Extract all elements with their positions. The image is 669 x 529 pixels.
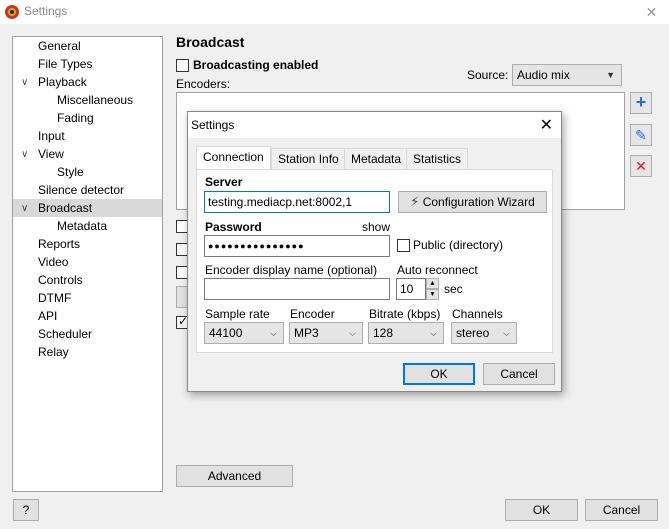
channels-value: stereo	[456, 326, 490, 340]
source-value: Audio mix	[517, 68, 570, 82]
tree-item-broadcast-selected[interactable]: ∨ Broadcast	[13, 199, 162, 217]
tree-item-miscellaneous[interactable]: Miscellaneous	[57, 91, 133, 109]
chevron-down-icon[interactable]: ∨	[21, 150, 31, 160]
auto-reconnect-input[interactable]: 10	[396, 278, 426, 300]
auto-reconnect-label: Auto reconnect	[397, 263, 478, 277]
tree-item-controls[interactable]: Controls	[38, 271, 83, 289]
broadcasting-enabled-checkbox[interactable]	[176, 59, 189, 72]
public-directory-label: Public (directory)	[413, 238, 504, 252]
tree-item-reports[interactable]: Reports	[38, 235, 80, 253]
tree-item-playback[interactable]: Playback	[38, 73, 87, 91]
app-logo-icon	[5, 5, 19, 19]
tree-item-view[interactable]: View	[38, 145, 64, 163]
page-title: Broadcast	[176, 34, 245, 50]
server-label: Server	[205, 175, 243, 189]
encoder-value: MP3	[294, 326, 319, 340]
password-input[interactable]: ●●●●●●●●●●●●●●●	[204, 235, 390, 257]
chevron-down-icon[interactable]: ∨	[21, 204, 31, 214]
tree-item-style[interactable]: Style	[57, 163, 84, 181]
server-input[interactable]: testing.mediacp.net:8002,1	[204, 191, 390, 213]
sample-rate-value: 44100	[209, 326, 243, 340]
configuration-wizard-button[interactable]: ⚡ Configuration Wizard	[398, 191, 547, 213]
bitrate-label: Bitrate (kbps)	[369, 307, 441, 321]
chevron-down-icon: ⌵	[349, 328, 356, 338]
channels-select[interactable]: stereo ⌵	[451, 322, 517, 344]
auto-reconnect-unit: sec	[444, 282, 463, 296]
window-title: Settings	[24, 4, 68, 18]
chevron-down-icon: ▼	[606, 70, 615, 80]
dialog-titlebar	[188, 112, 561, 138]
encoders-label: Encoders:	[176, 77, 231, 91]
ok-button[interactable]: OK	[505, 499, 578, 521]
chevron-down-icon: ⌵	[430, 328, 437, 338]
tab-metadata[interactable]: Metadata	[344, 148, 409, 170]
sample-rate-select[interactable]: 44100 ⌵	[204, 322, 284, 344]
channels-label: Channels	[452, 307, 503, 321]
chevron-down-icon: ⌵	[503, 328, 510, 338]
help-button[interactable]: ?	[13, 499, 39, 521]
dialog-cancel-button[interactable]: Cancel	[483, 363, 555, 385]
spin-up-icon[interactable]: ▲	[426, 278, 439, 289]
spin-down-icon[interactable]: ▼	[426, 289, 439, 300]
window-titlebar	[0, 0, 669, 24]
tree-item-general[interactable]: General	[38, 37, 81, 55]
encoder-settings-dialog: Settings ✕ Connection Station Info Metad…	[187, 111, 562, 392]
dialog-ok-button[interactable]: OK	[403, 363, 475, 385]
display-name-input[interactable]	[204, 278, 390, 300]
source-select[interactable]: Audio mix ▼	[512, 64, 622, 86]
advanced-button[interactable]: Advanced	[176, 465, 293, 487]
window-close-icon[interactable]: ✕	[634, 0, 669, 24]
tree-item-video[interactable]: Video	[38, 253, 68, 271]
chevron-down-icon[interactable]: ∨	[21, 78, 31, 88]
chevron-down-icon: ⌵	[270, 328, 277, 338]
bitrate-value: 128	[373, 326, 394, 340]
tree-item-metadata[interactable]: Metadata	[57, 217, 107, 235]
display-name-label: Encoder display name (optional)	[205, 263, 378, 277]
lightning-icon: ⚡	[410, 194, 420, 209]
tree-item-fading[interactable]: Fading	[57, 109, 94, 127]
cancel-button[interactable]: Cancel	[585, 499, 658, 521]
password-label: Password	[205, 220, 262, 234]
bitrate-select[interactable]: 128 ⌵	[368, 322, 444, 344]
tree-item-api[interactable]: API	[38, 307, 57, 325]
sample-rate-label: Sample rate	[205, 307, 270, 321]
public-directory-checkbox[interactable]	[397, 239, 410, 252]
tab-statistics[interactable]: Statistics	[406, 148, 469, 170]
tree-item-silence-detector[interactable]: Silence detector	[38, 181, 124, 199]
settings-tree[interactable]: General File Types ∨ Playback Miscellane…	[12, 36, 163, 492]
tree-item-broadcast: Broadcast	[38, 201, 93, 215]
tree-item-scheduler[interactable]: Scheduler	[38, 325, 92, 343]
dialog-close-icon[interactable]: ✕	[540, 115, 553, 135]
delete-encoder-icon[interactable]: ✕	[630, 155, 652, 177]
tab-connection[interactable]: Connection	[196, 146, 271, 170]
add-encoder-icon[interactable]: +	[630, 92, 652, 114]
show-password-link[interactable]: show	[362, 220, 390, 234]
tab-station-info[interactable]: Station Info	[271, 148, 346, 170]
encoder-label: Encoder	[290, 307, 335, 321]
encoder-select[interactable]: MP3 ⌵	[289, 322, 363, 344]
tree-item-relay[interactable]: Relay	[38, 343, 69, 361]
tree-item-file-types[interactable]: File Types	[38, 55, 92, 73]
edit-encoder-icon[interactable]: ✎	[630, 124, 652, 146]
tree-item-input[interactable]: Input	[38, 127, 65, 145]
source-label: Source:	[467, 68, 509, 82]
broadcasting-enabled-label: Broadcasting enabled	[193, 58, 319, 72]
configuration-wizard-label: Configuration Wizard	[422, 195, 535, 209]
tree-item-dtmf[interactable]: DTMF	[38, 289, 71, 307]
dialog-title: Settings	[191, 118, 235, 132]
